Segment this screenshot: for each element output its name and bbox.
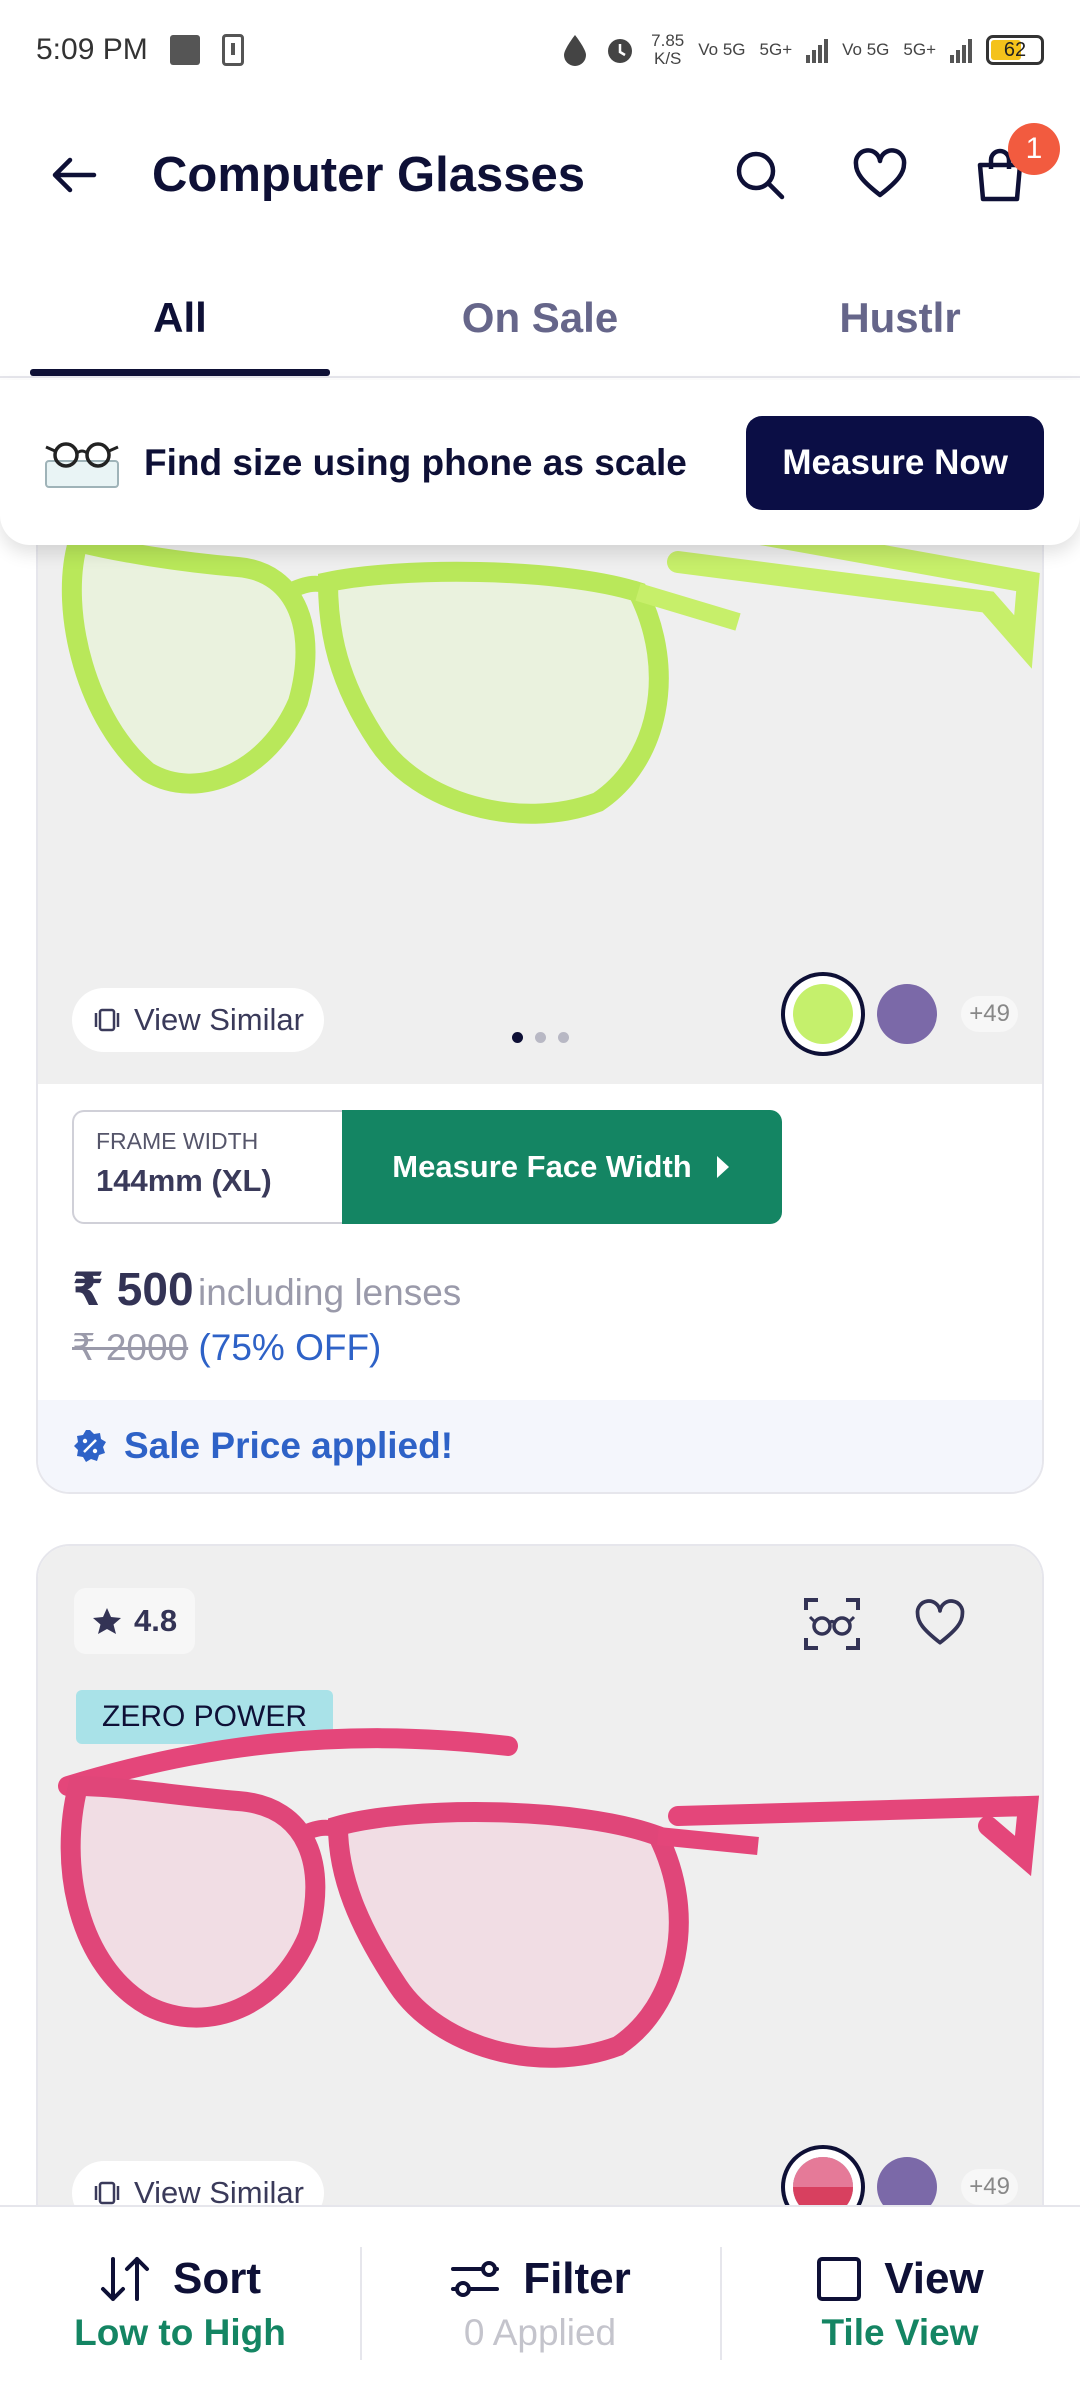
price-block: ₹ 500 including lenses ₹ 2000 (75% OFF): [72, 1262, 461, 1369]
virtual-try-on-icon[interactable]: [802, 1594, 862, 1654]
heart-icon: [853, 148, 907, 198]
product-image-area[interactable]: View Similar +49: [38, 472, 1042, 1084]
filter-button[interactable]: Filter 0 Applied: [360, 2207, 720, 2400]
wishlist-button[interactable]: [850, 145, 910, 205]
color-swatch-lime[interactable]: [793, 984, 854, 1044]
glasses-on-phone-icon: [45, 441, 119, 488]
data-saver-icon: [564, 35, 587, 66]
category-tabs: All On Sale Hustlr: [0, 260, 1080, 378]
view-toggle-button[interactable]: View Tile View: [720, 2207, 1080, 2400]
measure-now-button[interactable]: Measure Now: [746, 415, 1044, 510]
play-arrow-icon: [716, 1156, 729, 1178]
view-value: Tile View: [821, 2311, 979, 2353]
rating-badge: 4.8: [74, 1588, 196, 1654]
app-header: Computer Glasses 1: [0, 100, 1080, 250]
tab-all[interactable]: All: [0, 260, 360, 376]
pagination-dot: [512, 1032, 523, 1043]
sale-applied-strip: Sale Price applied!: [38, 1400, 1042, 1492]
sim1-label: Vo 5G: [698, 40, 746, 59]
signal-icon-2: [950, 37, 972, 63]
original-price: ₹ 2000: [72, 1327, 189, 1368]
sort-arrows-icon: [101, 2256, 149, 2301]
filter-sliders-icon: [451, 2260, 500, 2297]
gallery-notification-icon: [169, 35, 200, 65]
pagination-dot: [558, 1032, 569, 1043]
cards-icon: [94, 1008, 120, 1032]
pagination-dot: [535, 1032, 546, 1043]
search-button[interactable]: [730, 145, 790, 205]
search-icon: [736, 151, 785, 200]
product-image: [58, 1728, 1040, 2068]
alarm-icon: [608, 39, 633, 63]
more-colors[interactable]: +49: [961, 2169, 1018, 2205]
discount-badge-icon: [74, 1430, 106, 1462]
sim-alert-notification-icon: [221, 34, 244, 66]
image-pagination-dots: [512, 1032, 569, 1043]
network-speed: 7.85 K/S: [651, 31, 685, 68]
cards-icon: [94, 2181, 120, 2205]
measure-size-banner: Find size using phone as scale Measure N…: [0, 380, 1080, 545]
frame-width-value: 144mm (XL): [96, 1163, 272, 1198]
view-similar-button[interactable]: View Similar: [72, 988, 324, 1052]
frame-width-box: FRAME WIDTH 144mm (XL): [72, 1110, 342, 1224]
bottom-action-bar: Sort Low to High Filter 0 Applied View T…: [0, 2205, 1080, 2400]
sim1-network: 5G+: [759, 40, 793, 59]
sale-price: ₹ 500: [72, 1263, 194, 1315]
frame-width-label: FRAME WIDTH: [96, 1128, 259, 1154]
star-icon: [93, 1608, 121, 1634]
status-bar: 5:09 PM 7.85 K/S Vo 5G 5G+ Vo 5G 5G+ 62: [0, 0, 1080, 100]
tab-hustlr[interactable]: Hustlr: [720, 260, 1080, 376]
cart-count-badge: 1: [1008, 123, 1060, 175]
tab-on-sale[interactable]: On Sale: [360, 260, 720, 376]
battery-icon: 62: [986, 35, 1044, 65]
sim2-label: Vo 5G: [842, 40, 890, 59]
measure-face-width-button[interactable]: Measure Face Width: [342, 1110, 782, 1224]
heart-icon[interactable]: [912, 1596, 968, 1652]
sort-button[interactable]: Sort Low to High: [0, 2207, 360, 2400]
price-note: including lenses: [198, 1272, 462, 1313]
color-swatches: +49: [793, 984, 1018, 1044]
discount-text: (75% OFF): [198, 1327, 382, 1368]
back-arrow-icon[interactable]: [50, 155, 98, 195]
square-view-icon: [817, 2256, 862, 2301]
banner-text: Find size using phone as scale: [144, 441, 687, 483]
more-colors[interactable]: +49: [961, 996, 1018, 1032]
filter-value: 0 Applied: [463, 2311, 617, 2353]
product-card[interactable]: View Similar +49 FRAME WIDTH 144mm (XL) …: [36, 470, 1044, 1494]
page-title: Computer Glasses: [152, 148, 585, 202]
sort-value: Low to High: [74, 2311, 286, 2353]
status-time: 5:09 PM: [36, 33, 148, 66]
signal-icon: [806, 37, 829, 63]
cart-button[interactable]: 1: [970, 123, 1060, 205]
color-swatch-purple[interactable]: [877, 984, 938, 1044]
frame-width-row: FRAME WIDTH 144mm (XL) Measure Face Widt…: [72, 1110, 782, 1224]
sim2-network: 5G+: [903, 40, 936, 59]
